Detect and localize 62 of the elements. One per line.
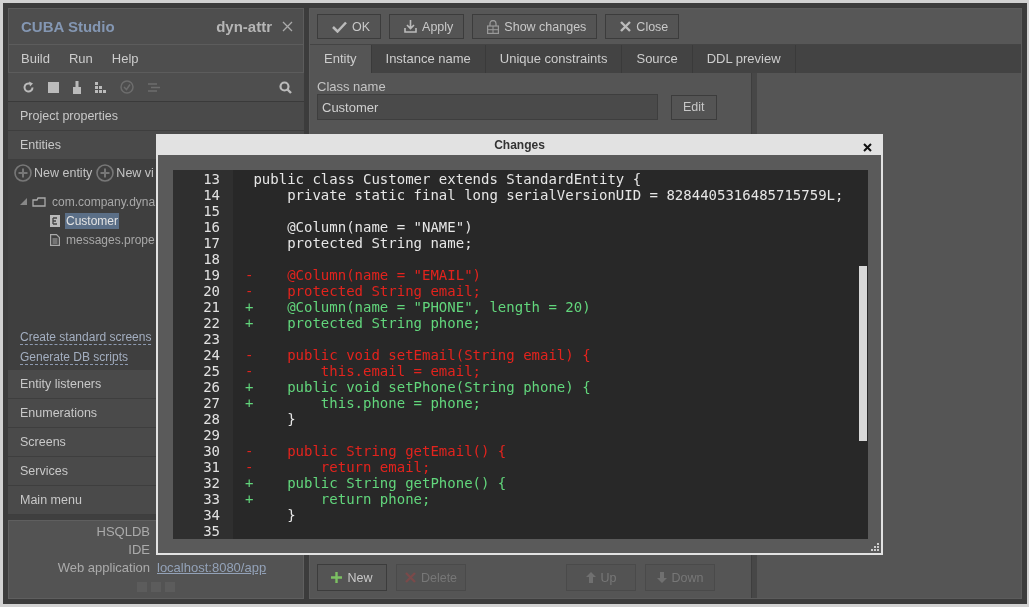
action-label: New entity: [34, 166, 93, 180]
project-name: dyn-attr: [216, 18, 272, 35]
code-line: public String getPhone() {: [286, 475, 507, 491]
code-line: this.email = email;: [319, 363, 481, 379]
line-number: 13: [202, 171, 221, 187]
line-number: 30: [202, 443, 221, 459]
code-line: return phone;: [319, 491, 431, 507]
line-number: 16: [202, 219, 221, 235]
diff-marker: -: [245, 443, 254, 459]
line-number: 35: [202, 523, 221, 539]
code-line: this.phone = phone;: [319, 395, 481, 411]
line-number: 21: [202, 299, 221, 315]
line-number: 33: [202, 491, 221, 507]
line-number: 14: [202, 187, 221, 203]
line-number: 23: [202, 331, 221, 347]
action-label: New vi: [116, 166, 154, 180]
line-number: 34: [202, 507, 221, 523]
code-line: protected String name;: [286, 235, 473, 251]
line-number: 17: [202, 235, 221, 251]
code-line: @Column(name = "EMAIL"): [286, 267, 481, 283]
line-number: 24: [202, 347, 221, 363]
code-line: @Column(name = "NAME"): [286, 219, 473, 235]
code-line: @Column(name = "PHONE", length = 20): [286, 299, 591, 315]
diff-marker: +: [245, 299, 254, 315]
diff-marker: +: [245, 395, 254, 411]
field-label: Class name: [317, 79, 387, 94]
line-number: 19: [202, 267, 221, 283]
diff-marker: -: [245, 347, 254, 363]
code-line: public class Customer extends StandardEntity {: [253, 171, 642, 187]
diff-marker: +: [245, 315, 254, 331]
dialog-title: Changes: [494, 137, 545, 152]
status-label: Web application: [56, 559, 150, 575]
line-number: 25: [202, 363, 221, 379]
code-line: public void setEmail(String email) {: [286, 347, 591, 363]
status-label: HSQLDB: [95, 523, 150, 539]
line-number: 22: [202, 315, 221, 331]
line-number: 31: [202, 459, 221, 475]
code-line: }: [286, 411, 296, 427]
line-number: 28: [202, 411, 221, 427]
diff-marker: -: [245, 459, 254, 475]
code-line: public String getEmail() {: [286, 443, 507, 459]
line-number: 20: [202, 283, 221, 299]
line-number: 26: [202, 379, 221, 395]
diff-marker: +: [245, 475, 254, 491]
code-line: public void setPhone(String phone) {: [286, 379, 591, 395]
status-label: IDE: [127, 541, 150, 557]
app-title: CUBA Studio: [21, 18, 115, 35]
line-number: 18: [202, 251, 221, 267]
code-line: return email;: [319, 459, 431, 475]
code-line: }: [286, 507, 296, 523]
diff-marker: -: [245, 363, 254, 379]
line-number: 15: [202, 203, 221, 219]
line-number: 29: [202, 427, 221, 443]
diff-marker: +: [245, 379, 254, 395]
line-number: 27: [202, 395, 221, 411]
code-line: protected String email;: [286, 283, 481, 299]
code-line: private static final long serialVersionUID = 8284405316485715759L;: [286, 187, 844, 203]
code-line: protected String phone;: [286, 315, 481, 331]
line-number: 32: [202, 475, 221, 491]
diff-marker: -: [245, 283, 254, 299]
diff-marker: +: [245, 491, 254, 507]
diff-marker: -: [245, 267, 254, 283]
